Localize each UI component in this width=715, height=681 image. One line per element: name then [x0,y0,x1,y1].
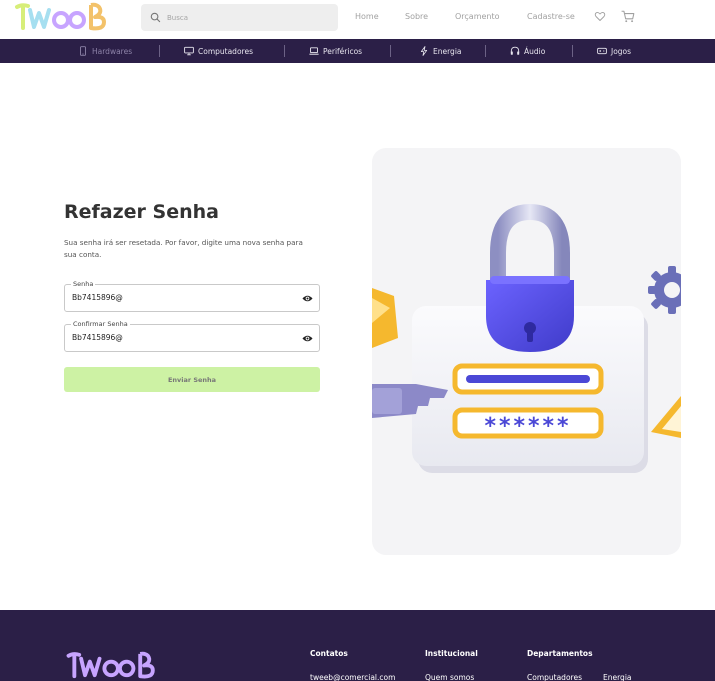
password-label: Senha [71,280,96,289]
heart-icon[interactable] [594,10,606,22]
footer-departments-title: Departamentos [527,649,593,658]
header: Home Sobre Orçamento Cadastre-se [0,0,715,39]
category-divider [159,45,160,57]
category-divider [284,45,285,57]
footer-logo[interactable] [64,650,168,681]
category-label: Hardwares [92,46,133,56]
laptop-icon [309,47,319,55]
category-label: Jogos [611,46,632,56]
eye-icon[interactable] [302,294,313,303]
page-title: Refazer Senha [64,201,219,223]
bolt-icon [420,46,428,56]
category-divider [572,45,573,57]
search-icon [150,12,161,23]
masked-password-text: ****** [484,414,571,439]
confirm-password-label: Confirmar Senha [71,320,130,329]
password-field[interactable]: Senha [64,280,320,312]
search-bar[interactable] [141,4,338,31]
password-input[interactable] [72,293,282,302]
cart-icon[interactable] [621,10,635,23]
nav-home[interactable]: Home [355,12,379,21]
confirm-password-input[interactable] [72,333,282,342]
footer: Contatos tweeb@comercial.com Institucion… [0,610,715,681]
footer-link-energia[interactable]: Energia [603,673,632,681]
category-audio[interactable]: Áudio [510,39,545,63]
footer-institutional-title: Institucional [425,649,478,658]
category-label: Energia [433,46,462,56]
nav-orcamento[interactable]: Orçamento [455,12,500,21]
page: Home Sobre Orçamento Cadastre-se Hardwar… [0,0,715,681]
nav-cadastre-se[interactable]: Cadastre-se [527,12,575,21]
monitor-icon [184,46,194,56]
security-illustration: ****** [372,148,681,555]
category-computadores[interactable]: Computadores [184,39,253,63]
category-bar: Hardwares Computadores Periféricos Energ… [0,39,715,63]
footer-contacts-title: Contatos [310,649,348,658]
category-energia[interactable]: Energia [419,39,462,63]
category-label: Áudio [524,46,546,56]
eye-icon[interactable] [302,334,313,343]
category-label: Computadores [198,46,253,56]
brand-logo[interactable] [14,1,118,33]
category-label: Periféricos [323,46,363,56]
gamepad-icon [597,47,607,55]
headphones-icon [510,46,520,55]
nav-sobre[interactable]: Sobre [405,12,428,21]
category-jogos[interactable]: Jogos [597,39,631,63]
category-perifericos[interactable]: Periféricos [309,39,362,63]
search-input[interactable] [167,13,317,22]
category-hardwares[interactable]: Hardwares [78,39,132,63]
footer-contacts-email[interactable]: tweeb@comercial.com [310,673,395,681]
footer-link-computadores[interactable]: Computadores [527,673,582,681]
category-divider [390,45,391,57]
page-description: Sua senha irá ser resetada. Por favor, d… [64,238,303,259]
footer-link-quem-somos[interactable]: Quem somos [425,673,474,681]
submit-button[interactable]: Enviar Senha [64,367,320,392]
category-divider [485,45,486,57]
lock-illustration: ****** [372,203,681,473]
confirm-password-field[interactable]: Confirmar Senha [64,320,320,352]
smartphone-icon [80,46,86,56]
